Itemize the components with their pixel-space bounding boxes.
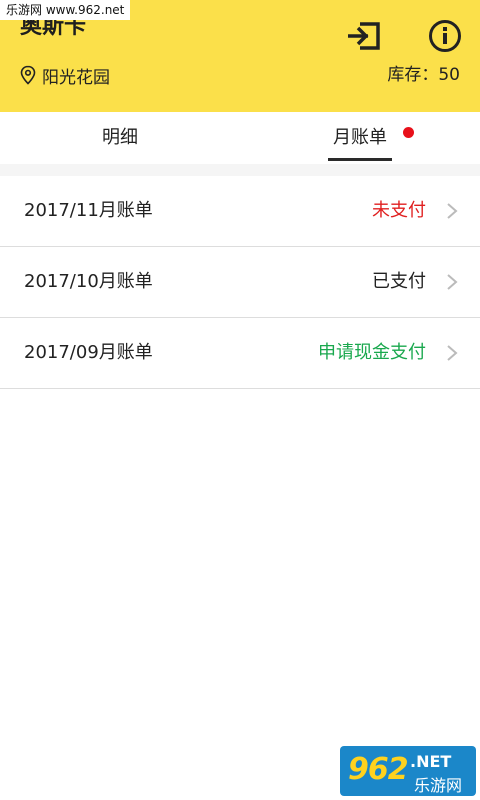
tab-bar: 明细 月账单: [0, 112, 480, 164]
bill-status: 已支付: [372, 271, 426, 292]
bill-status: 申请现金支付: [318, 342, 426, 363]
bill-month: 2017/10月账单: [24, 271, 153, 292]
notification-dot: [403, 127, 414, 138]
info-icon: [429, 20, 461, 52]
chevron-right-icon: [447, 274, 458, 290]
watermark-logo-cn: 乐游网: [414, 776, 463, 795]
bill-month: 2017/09月账单: [24, 342, 153, 363]
tab-detail[interactable]: 明细: [60, 112, 180, 164]
chevron-right-icon: [447, 345, 458, 361]
chevron-right-icon: [447, 203, 458, 219]
stock-count: 库存：50: [387, 65, 460, 85]
watermark-logo-number: 962: [348, 752, 409, 787]
watermark-top: 乐游网 www.962.net: [0, 0, 131, 20]
exit-icon: [348, 22, 380, 50]
exit-button[interactable]: [346, 20, 382, 52]
info-button[interactable]: [428, 19, 462, 53]
bill-month: 2017/11月账单: [24, 200, 153, 221]
store-location: 阳光花园: [20, 64, 110, 88]
section-divider: [0, 164, 480, 176]
watermark-logo: 962 .NET 乐游网: [340, 746, 476, 796]
location-name: 阳光花园: [42, 67, 110, 88]
bill-list: 2017/11月账单 未支付 2017/10月账单 已支付 2017/09月账单…: [0, 176, 480, 389]
tab-monthly-bill[interactable]: 月账单: [310, 112, 410, 164]
bill-row-2017-09[interactable]: 2017/09月账单 申请现金支付: [0, 318, 480, 389]
bill-row-2017-10[interactable]: 2017/10月账单 已支付: [0, 247, 480, 318]
watermark-logo-net: .NET: [410, 752, 452, 771]
bill-row-2017-11[interactable]: 2017/11月账单 未支付: [0, 176, 480, 247]
active-tab-indicator: [328, 158, 392, 161]
location-pin-icon: [20, 65, 36, 85]
bill-status: 未支付: [372, 200, 426, 221]
